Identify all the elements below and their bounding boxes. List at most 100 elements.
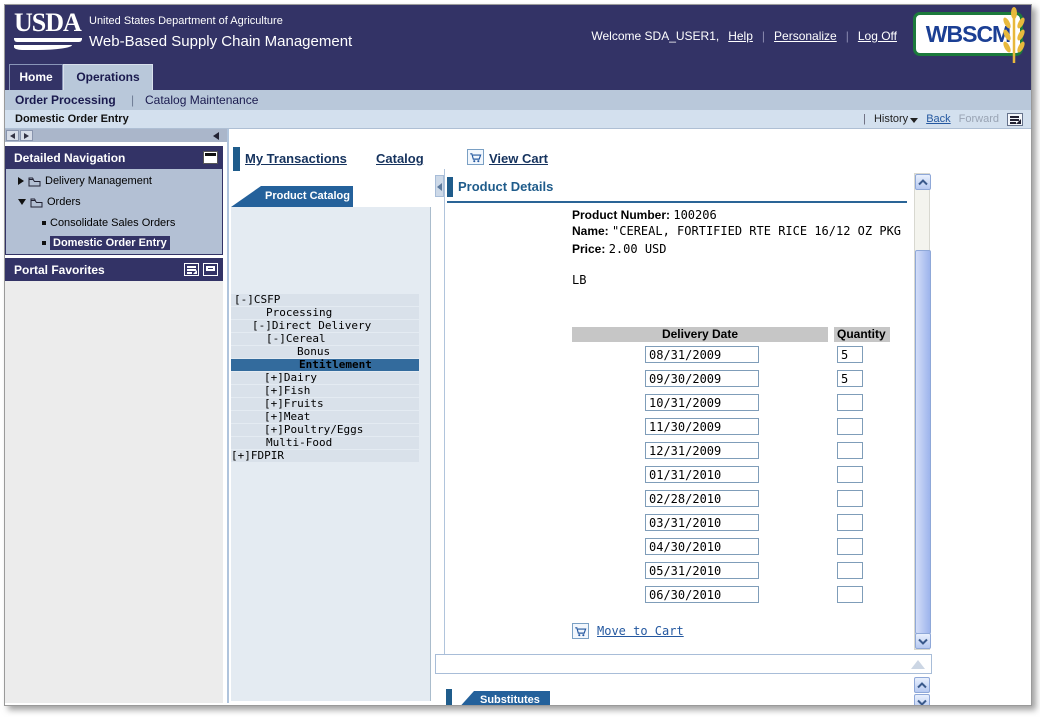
quantity-input[interactable] xyxy=(837,418,863,435)
product-number-line: Product Number: 100206 xyxy=(572,207,917,223)
portal-favorites-menu-icon[interactable] xyxy=(184,263,199,276)
expand-arrow-icon[interactable] xyxy=(18,177,24,185)
tree-item-consolidate-sales-orders[interactable]: Consolidate Sales Orders xyxy=(42,217,175,229)
portal-favorites-title: Portal Favorites xyxy=(14,263,105,277)
forward-link-disabled: Forward xyxy=(959,110,999,128)
portal-favorites-restore-icon[interactable] xyxy=(203,263,218,276)
tab-operations[interactable]: Operations xyxy=(63,64,153,90)
quantity-input[interactable] xyxy=(837,490,863,507)
quantity-input[interactable] xyxy=(837,394,863,411)
view-cart-link[interactable]: View Cart xyxy=(489,151,548,166)
substitutes-tab[interactable]: Substitutes xyxy=(456,691,550,706)
main-tab-bar: Home Operations xyxy=(5,63,1031,90)
sidebar-scroll-right-button[interactable] xyxy=(20,130,33,141)
delivery-date-input[interactable] xyxy=(645,538,759,555)
substitutes-scroll-up-button[interactable] xyxy=(914,677,930,693)
cart-icon[interactable] xyxy=(467,149,484,165)
logoff-link[interactable]: Log Off xyxy=(858,29,897,43)
header-separator: | xyxy=(762,29,765,43)
tree-item-label: Consolidate Sales Orders xyxy=(50,217,175,229)
tree-item-delivery-management[interactable]: Delivery Management xyxy=(18,175,152,187)
move-to-cart-link[interactable]: Move to Cart xyxy=(597,624,684,638)
product-details-rule xyxy=(447,201,907,203)
catalog-link[interactable]: Catalog xyxy=(376,151,424,166)
quantity-input[interactable] xyxy=(837,586,863,603)
tree-item-domestic-order-entry[interactable]: Domestic Order Entry xyxy=(42,236,170,250)
delivery-date-input[interactable] xyxy=(645,562,759,579)
product-info: Product Number: 100206 Name: "CEREAL, FO… xyxy=(572,207,917,288)
catalog-node-csfp[interactable]: [-]CSFP xyxy=(231,294,419,306)
order-row xyxy=(572,442,892,459)
collapse-left-icon xyxy=(437,183,442,191)
sidebar-collapse-icon[interactable] xyxy=(213,132,219,140)
catalog-node-entitlement-selected[interactable]: Entitlement xyxy=(231,359,419,371)
page-options-icon[interactable] xyxy=(1007,113,1023,126)
wbscm-logo-text: WBSCM xyxy=(926,21,1010,48)
catalog-node-multi-food[interactable]: Multi-Food xyxy=(231,437,419,449)
subnav-catalog-maintenance[interactable]: Catalog Maintenance xyxy=(145,90,258,110)
move-to-cart-icon[interactable] xyxy=(572,623,589,639)
quantity-input[interactable] xyxy=(837,466,863,483)
scrollbar-thumb[interactable] xyxy=(915,250,931,634)
catalog-node-cereal[interactable]: [-]Cereal xyxy=(231,333,419,345)
usda-logo-swoosh xyxy=(14,45,72,50)
substitutes-scroll-down-button[interactable] xyxy=(914,694,930,706)
catalog-node-meat[interactable]: [+]Meat xyxy=(231,411,419,423)
scroll-up-button[interactable] xyxy=(915,174,931,190)
delivery-date-input[interactable] xyxy=(645,586,759,603)
delivery-date-input[interactable] xyxy=(645,370,759,387)
catalog-node-fish[interactable]: [+]Fish xyxy=(231,385,419,397)
header-separator: | xyxy=(846,29,849,43)
delivery-date-input[interactable] xyxy=(645,514,759,531)
unit-of-measure: LB xyxy=(572,272,917,288)
content-links-accent-bar xyxy=(233,147,240,171)
personalize-link[interactable]: Personalize xyxy=(774,29,837,43)
delivery-date-input[interactable] xyxy=(645,346,759,363)
scroll-down-button[interactable] xyxy=(915,633,931,649)
catalog-node-fruits[interactable]: [+]Fruits xyxy=(231,398,419,410)
catalog-node-dairy[interactable]: [+]Dairy xyxy=(231,372,419,384)
welcome-text: Welcome SDA_USER1, xyxy=(591,29,719,43)
my-transactions-link[interactable]: My Transactions xyxy=(245,151,347,166)
product-name-line: Name: "CEREAL, FORTIFIED RTE RICE 16/12 … xyxy=(572,223,917,239)
catalog-node-bonus[interactable]: Bonus xyxy=(231,346,419,358)
delivery-date-input[interactable] xyxy=(645,466,759,483)
subnav-order-processing[interactable]: Order Processing xyxy=(15,90,116,110)
delivery-date-input[interactable] xyxy=(645,490,759,507)
quantity-input[interactable] xyxy=(837,346,863,363)
order-row xyxy=(572,370,892,387)
order-row xyxy=(572,586,892,603)
product-price-line: Price: 2.00 USD xyxy=(572,241,917,257)
sidebar-scroll-left-button[interactable] xyxy=(6,130,19,141)
tab-home[interactable]: Home xyxy=(9,64,63,90)
delivery-date-input[interactable] xyxy=(645,394,759,411)
catalog-node-poultry-eggs[interactable]: [+]Poultry/Eggs xyxy=(231,424,419,436)
quantity-input[interactable] xyxy=(837,514,863,531)
subnav-separator: | xyxy=(131,90,134,110)
product-number-value: 100206 xyxy=(673,208,716,222)
bullet-icon xyxy=(42,241,46,245)
product-name-value: "CEREAL, FORTIFIED RTE RICE 16/12 OZ PKG xyxy=(612,224,901,238)
collapse-arrow-icon[interactable] xyxy=(18,199,26,205)
minimize-panel-button[interactable] xyxy=(203,151,218,164)
delivery-date-input[interactable] xyxy=(645,442,759,459)
substitutes-accent-bar xyxy=(446,689,452,706)
catalog-node-fdpir[interactable]: [+]FDPIR xyxy=(231,450,419,462)
catalog-node-processing[interactable]: Processing xyxy=(231,307,419,319)
product-catalog-tab[interactable]: Product Catalog xyxy=(231,186,353,207)
panel-collapse-handle[interactable] xyxy=(435,175,444,197)
details-scrollbar[interactable] xyxy=(914,173,930,650)
order-row xyxy=(572,562,892,579)
history-menu[interactable]: History xyxy=(874,110,918,128)
quantity-input[interactable] xyxy=(837,562,863,579)
tree-item-orders[interactable]: Orders xyxy=(18,196,81,208)
quantity-input[interactable] xyxy=(837,442,863,459)
help-link[interactable]: Help xyxy=(728,29,753,43)
quantity-input[interactable] xyxy=(837,370,863,387)
quantity-input[interactable] xyxy=(837,538,863,555)
back-link[interactable]: Back xyxy=(926,110,950,128)
product-price-label: Price: xyxy=(572,242,605,256)
delivery-date-input[interactable] xyxy=(645,418,759,435)
catalog-node-direct-delivery[interactable]: [-]Direct Delivery xyxy=(231,320,419,332)
titlebar-tools: | History Back Forward xyxy=(863,110,1023,128)
